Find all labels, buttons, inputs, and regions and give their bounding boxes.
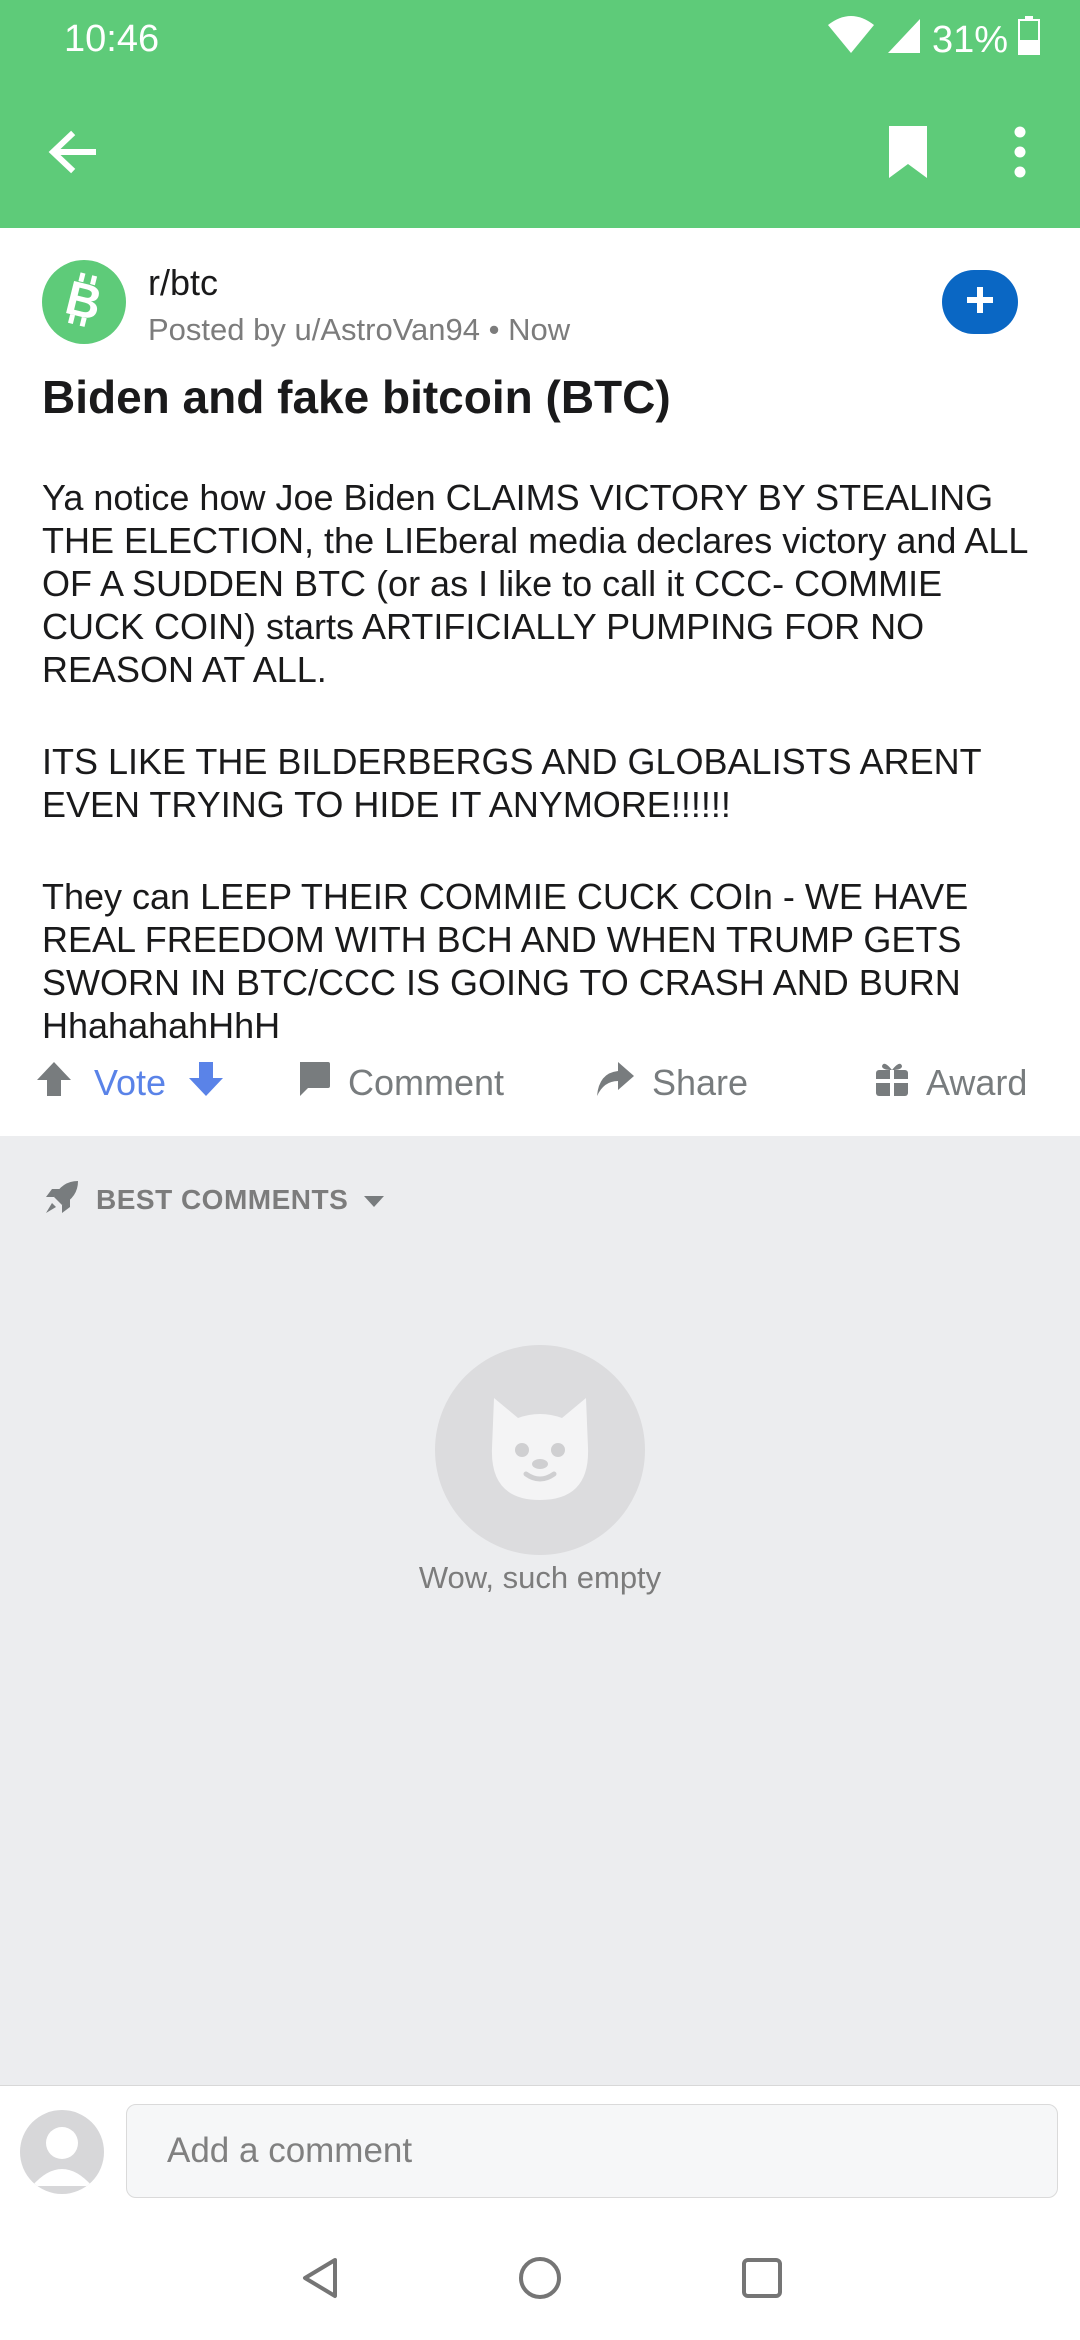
nav-home-icon xyxy=(516,2254,564,2307)
bitcoin-icon: B xyxy=(59,271,109,333)
comment-icon xyxy=(296,1060,332,1107)
comment-composer xyxy=(0,2085,1080,2215)
nav-home-button[interactable] xyxy=(505,2245,575,2315)
post-meta: Posted by u/AstroVan94 • Now xyxy=(148,312,571,347)
wifi-icon xyxy=(826,15,876,65)
comment-input[interactable] xyxy=(126,2104,1058,2198)
comment-label: Comment xyxy=(348,1062,505,1103)
join-button[interactable] xyxy=(942,270,1018,334)
user-avatar[interactable] xyxy=(20,2110,104,2194)
sort-label: BEST COMMENTS xyxy=(96,1184,349,1215)
award-icon xyxy=(874,1060,910,1107)
status-indicators: 31% xyxy=(826,15,1040,65)
award-button[interactable]: Award xyxy=(874,1038,1027,1128)
post-paragraph: Ya notice how Joe Biden CLAIMS VICTORY B… xyxy=(42,477,1028,690)
back-button[interactable] xyxy=(34,116,110,192)
subreddit-name[interactable]: r/btc xyxy=(148,262,218,304)
nav-back-icon xyxy=(297,2254,345,2307)
chevron-down-icon xyxy=(362,1184,386,1216)
app-bar xyxy=(0,80,1080,228)
vote-label: Vote xyxy=(94,1062,167,1103)
post-paragraph: ITS LIKE THE BILDERBERGS AND GLOBALISTS … xyxy=(42,741,981,825)
comment-sort-button[interactable]: BEST COMMENTS xyxy=(42,1178,386,1222)
status-bar: 10:46 31% xyxy=(0,0,1080,80)
nav-recents-button[interactable] xyxy=(727,2245,797,2315)
rocket-icon xyxy=(42,1177,82,1224)
comment-button[interactable]: Comment xyxy=(296,1038,504,1128)
nav-recents-icon xyxy=(738,2254,786,2307)
downvote-icon[interactable] xyxy=(186,1059,226,1108)
bookmark-button[interactable] xyxy=(870,116,946,192)
empty-state-text: Wow, such empty xyxy=(418,1560,662,1595)
more-vert-icon xyxy=(1013,126,1027,183)
snoo-cat-icon xyxy=(480,1388,600,1513)
share-icon xyxy=(594,1059,636,1108)
bookmark-icon xyxy=(885,124,931,185)
back-arrow-icon xyxy=(47,127,97,182)
share-label: Share xyxy=(652,1062,749,1103)
app-header: 10:46 31% xyxy=(0,0,1080,228)
vote-group: Vote xyxy=(34,1038,226,1128)
battery-icon xyxy=(1018,15,1040,65)
subreddit-avatar[interactable]: B xyxy=(42,260,126,344)
award-label: Award xyxy=(926,1062,1028,1103)
post-actions: Vote Comment Share Award xyxy=(0,1038,1080,1128)
user-icon xyxy=(20,2127,104,2194)
post-body: Ya notice how Joe Biden CLAIMS VICTORY B… xyxy=(42,476,1052,1096)
empty-state-illustration xyxy=(435,1345,645,1555)
post-paragraph: They can LEEP THEIR COMMIE CUCK COIn - W… xyxy=(42,876,969,1046)
system-navigation-bar xyxy=(0,2215,1080,2340)
post-card: B r/btc Posted by u/AstroVan94 • Now Bid… xyxy=(0,228,1080,1136)
status-time: 10:46 xyxy=(64,18,160,60)
share-button[interactable]: Share xyxy=(594,1038,748,1128)
signal-icon xyxy=(886,15,922,65)
battery-percent: 31% xyxy=(931,18,1008,61)
plus-icon xyxy=(964,284,996,321)
nav-back-button[interactable] xyxy=(286,2245,356,2315)
more-options-button[interactable] xyxy=(990,116,1050,192)
upvote-icon[interactable] xyxy=(34,1059,74,1108)
post-title: Biden and fake bitcoin (BTC) xyxy=(42,371,671,423)
